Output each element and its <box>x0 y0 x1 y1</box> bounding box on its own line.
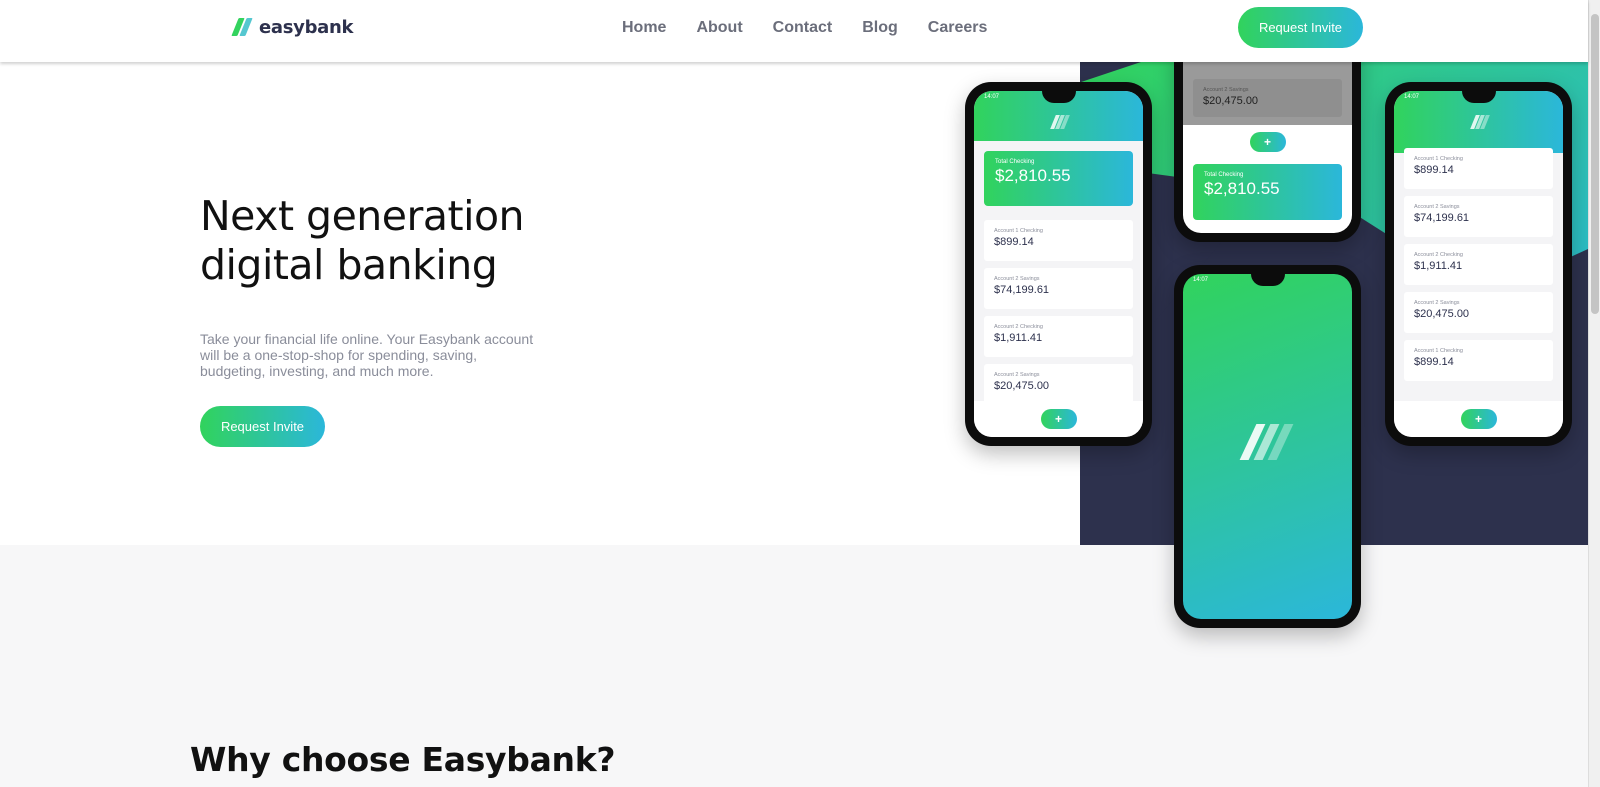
plus-icon: + <box>1040 409 1077 429</box>
scrollbar-thumb[interactable] <box>1591 14 1599 314</box>
app-bottombar: + <box>974 401 1143 437</box>
phone-screen: 14:07 <box>1183 274 1352 619</box>
account-amount: $20,475.00 <box>1414 308 1470 320</box>
account-label: Account 2 Savings <box>1203 87 1249 93</box>
total-checking-card: Total Checking $2,810.55 <box>1193 164 1342 220</box>
account-amount: $899.14 <box>994 236 1034 248</box>
main-nav: Home About Contact Blog Careers <box>622 18 1017 38</box>
account-card: Account 2 Savings $20,475.00 <box>1404 292 1553 333</box>
splash-logo-icon <box>1239 424 1296 460</box>
account-amount: $20,475.00 <box>1203 95 1259 107</box>
nav-about[interactable]: About <box>696 18 742 38</box>
nav-careers[interactable]: Careers <box>928 18 988 38</box>
account-amount: $899.14 <box>1414 164 1454 176</box>
account-card: Account 1 Checking $899.14 <box>984 220 1133 261</box>
total-checking-amount: $2,810.55 <box>995 166 1071 185</box>
account-card: Account 2 Checking $1,911.41 <box>984 316 1133 357</box>
account-amount: $20,475.00 <box>994 380 1050 392</box>
phone-screen: 14:07 Total Checking $2,810.55 Account 1… <box>974 91 1143 437</box>
plus-icon: + <box>1249 132 1286 152</box>
account-card: Account 2 Savings $20,475.00 <box>984 364 1133 405</box>
status-time: 14:07 <box>1193 277 1209 283</box>
page-scrollbar[interactable] <box>1588 0 1600 787</box>
account-card: Account 1 Checking $899.14 <box>1404 148 1553 189</box>
logo-text: easybank <box>259 16 354 38</box>
total-checking-card: Total Checking $2,810.55 <box>984 151 1133 206</box>
total-checking-amount: $2,810.55 <box>1204 179 1280 198</box>
app-bottombar: + <box>1394 401 1563 437</box>
account-card: Account 2 Savings $74,199.61 <box>1404 196 1553 237</box>
status-time: 14:07 <box>1404 94 1420 100</box>
account-amount: $74,199.61 <box>1414 212 1470 224</box>
phone-screen: Account 2 Savings $20,475.00 + Total Che… <box>1183 49 1352 233</box>
nav-blog[interactable]: Blog <box>862 18 898 38</box>
phone-mockup-total: Account 2 Savings $20,475.00 + Total Che… <box>1174 40 1361 242</box>
status-time: 14:07 <box>984 94 1000 100</box>
account-label: Account 2 Savings <box>994 276 1040 282</box>
account-label: Account 2 Savings <box>994 372 1040 378</box>
account-amount: $1,911.41 <box>994 332 1043 344</box>
account-label: Account 2 Checking <box>1414 252 1463 258</box>
account-card: Account 1 Checking $899.14 <box>1404 340 1553 381</box>
nav-contact[interactable]: Contact <box>773 18 833 38</box>
nav-home[interactable]: Home <box>622 18 666 38</box>
account-card: Account 2 Savings $20,475.00 <box>1193 79 1342 117</box>
phone-mockup-accounts: 14:07 Total Checking $2,810.55 Account 1… <box>965 82 1152 446</box>
phone-screen: 14:07 Account 1 Checking $899.14 Account… <box>1394 91 1563 437</box>
hero-title: Next generation digital banking <box>200 192 525 289</box>
plus-icon: + <box>1460 409 1497 429</box>
logo-icon <box>231 18 254 36</box>
account-label: Account 2 Checking <box>994 324 1043 330</box>
account-amount: $74,199.61 <box>994 284 1050 296</box>
header-request-invite-button[interactable]: Request Invite <box>1238 7 1363 48</box>
account-label: Account 2 Savings <box>1414 300 1460 306</box>
account-label: Account 1 Checking <box>1414 348 1463 354</box>
account-amount: $1,911.41 <box>1414 260 1463 272</box>
why-choose-title: Why choose Easybank? <box>190 740 616 779</box>
account-card: Account 2 Savings $74,199.61 <box>984 268 1133 309</box>
phone-mockup-account-list: 14:07 Account 1 Checking $899.14 Account… <box>1385 82 1572 446</box>
phone-mockup-splash: 14:07 <box>1174 265 1361 628</box>
hero-description: Take your financial life online. Your Ea… <box>200 331 534 379</box>
account-label: Account 1 Checking <box>994 228 1043 234</box>
site-header: easybank Home About Contact Blog Careers… <box>0 0 1588 62</box>
total-checking-label: Total Checking <box>995 159 1035 165</box>
app-logo-icon <box>1469 115 1490 129</box>
total-checking-label: Total Checking <box>1204 172 1244 178</box>
app-logo-icon <box>1049 115 1070 129</box>
account-label: Account 1 Checking <box>1414 156 1463 162</box>
account-label: Account 2 Savings <box>1414 204 1460 210</box>
hero-request-invite-button[interactable]: Request Invite <box>200 406 325 447</box>
account-card: Account 2 Checking $1,911.41 <box>1404 244 1553 285</box>
logo[interactable]: easybank <box>231 16 354 38</box>
account-amount: $899.14 <box>1414 356 1454 368</box>
